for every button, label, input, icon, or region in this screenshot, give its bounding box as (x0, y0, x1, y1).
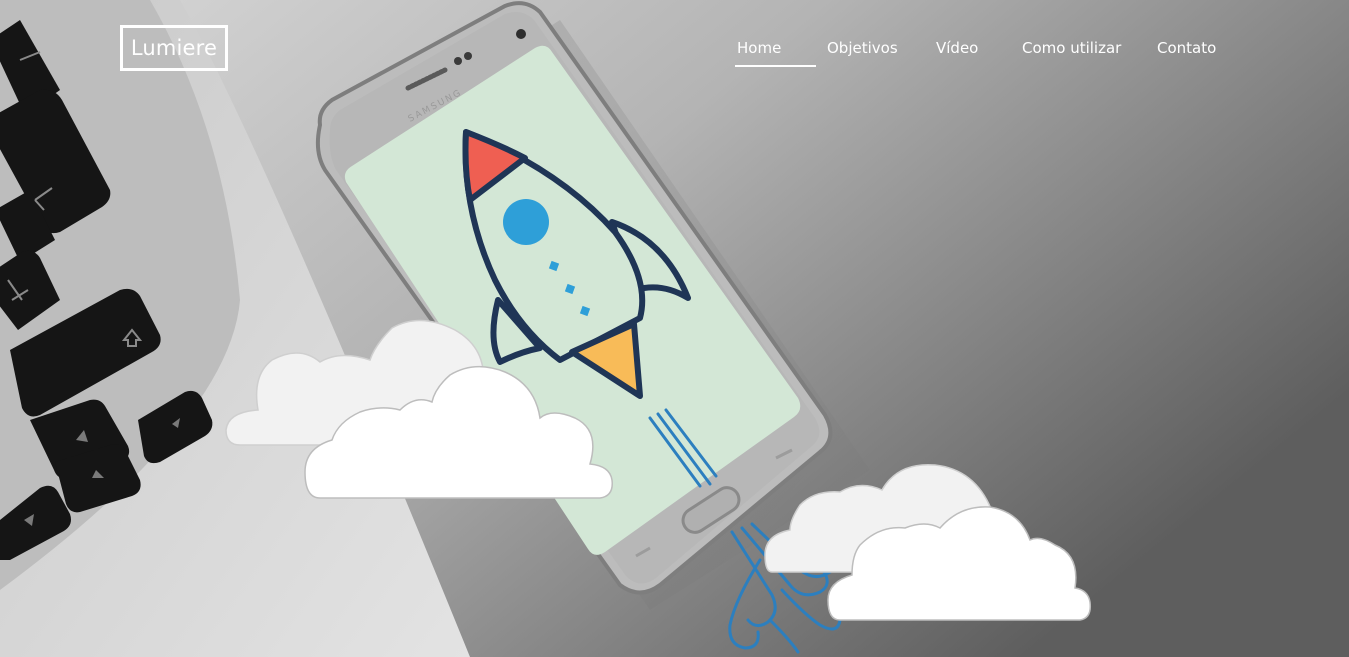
nav-active-indicator (735, 65, 816, 67)
nav-item-como-utilizar[interactable]: Como utilizar (1022, 38, 1121, 58)
nav-item-video[interactable]: Vídeo (936, 38, 978, 58)
hero-section: SAMSUNG Lumiere Home Objetivos Vídeo Com… (0, 0, 1349, 657)
nav-item-objetivos[interactable]: Objetivos (827, 38, 898, 58)
main-nav: Home Objetivos Vídeo Como utilizar Conta… (0, 38, 1349, 68)
nav-item-home[interactable]: Home (737, 38, 781, 58)
hero-background: SAMSUNG (0, 0, 1349, 657)
nav-item-contato[interactable]: Contato (1157, 38, 1216, 58)
